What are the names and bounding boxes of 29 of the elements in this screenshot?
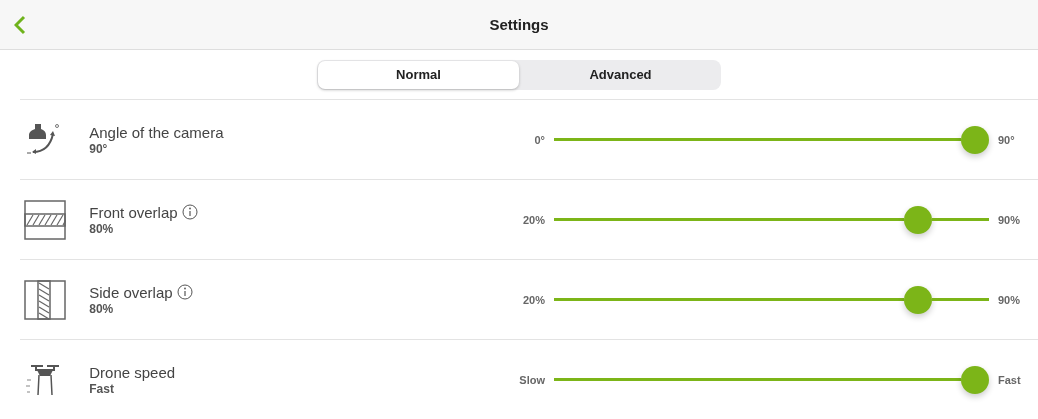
setting-value: Fast	[89, 381, 115, 396]
slider-max-label: 90%	[998, 293, 1022, 306]
slider-thumb[interactable]	[961, 365, 989, 394]
slider-min-label: 20%	[521, 293, 545, 306]
slider-max-label: Fast	[998, 373, 1022, 386]
slider-min-label: Slow	[518, 373, 545, 386]
mode-tab[interactable]: Normal	[318, 60, 519, 89]
slider-thumb[interactable]	[961, 125, 989, 154]
info-icon[interactable]	[181, 203, 198, 220]
slider-track	[932, 218, 989, 221]
setting-label: Side overlap	[89, 283, 173, 301]
mode-tab[interactable]: Advanced	[520, 59, 721, 90]
slider-thumb[interactable]	[904, 205, 933, 234]
slider-thumb[interactable]	[904, 285, 933, 314]
side-overlap-icon	[23, 279, 66, 320]
setting-value: 90°	[89, 141, 109, 156]
setting-label: Front overlap	[89, 203, 178, 221]
front-overlap-icon	[23, 199, 66, 240]
page-title: Settings	[488, 16, 550, 33]
info-icon[interactable]	[176, 283, 193, 300]
setting-label: Drone speed	[89, 363, 176, 381]
slider-max-label: 90%	[998, 213, 1022, 226]
slider-max-label: 90°	[998, 133, 1016, 146]
setting-label: Angle of the camera	[89, 123, 224, 141]
setting-value: 80%	[89, 301, 115, 316]
setting-value: 80%	[89, 221, 115, 236]
slider-track	[932, 298, 989, 301]
slider-min-label: 20%	[521, 213, 545, 226]
slider-min-label: 0°	[533, 133, 545, 146]
